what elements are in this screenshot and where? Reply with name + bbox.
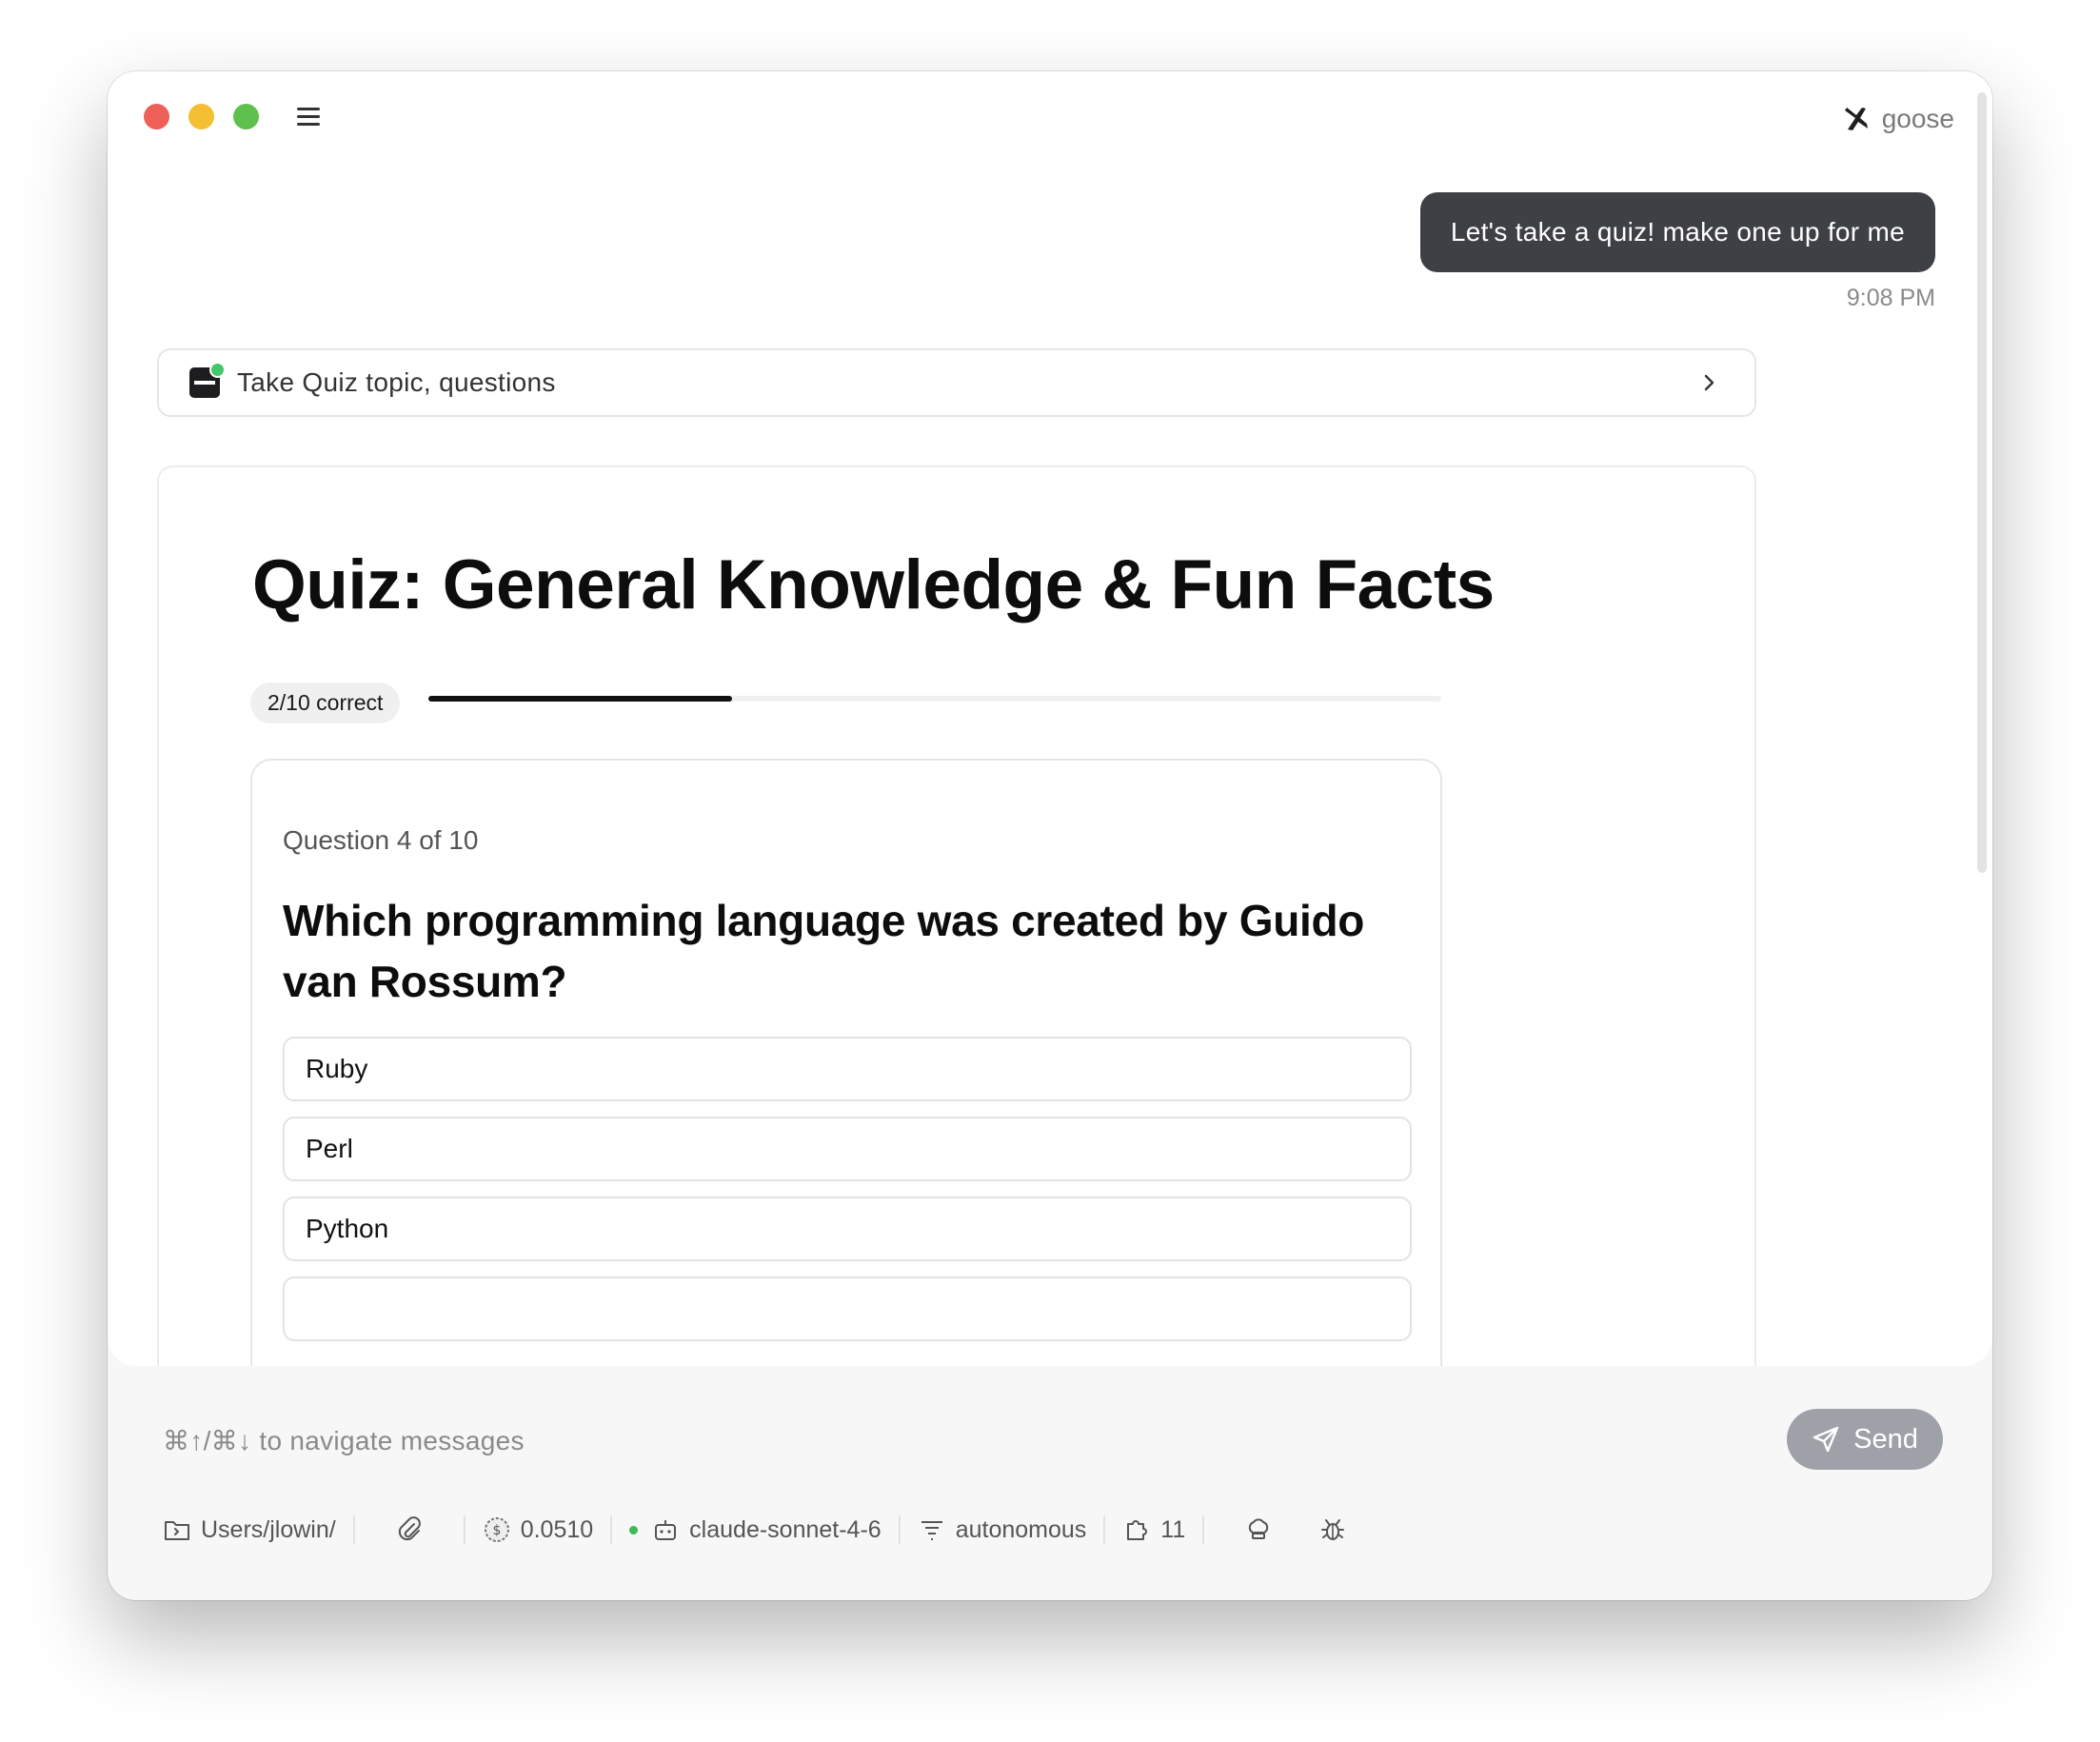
hamburger-menu-icon[interactable] [294, 104, 323, 130]
quiz-title: Quiz: General Knowledge & Fun Facts [252, 546, 1495, 624]
progress-bar-fill [428, 696, 733, 702]
window-controls [144, 104, 259, 129]
composer: ⌘↑/⌘↓ to navigate messages Send Users/jl… [108, 1368, 1992, 1600]
message-timestamp: 9:08 PM [1846, 285, 1935, 311]
user-message-bubble: Let's take a quiz! make one up for me [1419, 192, 1935, 272]
directory-label: Users/jlowin/ [201, 1515, 336, 1543]
tool-call-row[interactable]: Take Quiz topic, questions [157, 348, 1756, 417]
robot-icon [655, 1520, 677, 1540]
tool-icon [189, 362, 226, 398]
question-text: Which programming language was created b… [283, 896, 1365, 1006]
close-window-button[interactable] [144, 104, 169, 129]
message-input[interactable]: ⌘↑/⌘↓ to navigate messages [163, 1425, 525, 1456]
bug-icon [1321, 1519, 1345, 1540]
paperclip-icon [398, 1516, 421, 1541]
app-brand: goose [1842, 104, 1954, 134]
extensions-button[interactable]: 11 [1122, 1515, 1185, 1544]
goose-logo-icon [1844, 108, 1868, 130]
coin-icon: $ [484, 1517, 509, 1542]
question-counter: Question 4 of 10 [283, 825, 479, 855]
chat-area: goose Let's take a quiz! make one up for… [108, 71, 1992, 1366]
chef-hat-icon [1249, 1518, 1269, 1539]
bottom-toolbar: Users/jlowin/ $ 0.0510 claude-sonnet-4-6… [163, 1511, 1347, 1549]
working-directory[interactable]: Users/jlowin/ [163, 1515, 336, 1544]
quiz-card: Quiz: General Knowledge & Fun Facts 2/10… [157, 465, 1756, 1366]
question-card: Question 4 of 10 Which programming langu… [250, 759, 1442, 1366]
svg-text:$: $ [492, 1523, 501, 1538]
status-dot-icon [209, 362, 226, 378]
score-badge: 2/10 correct [250, 683, 401, 723]
filter-icon [921, 1521, 942, 1540]
scrollbar-thumb[interactable] [1977, 92, 1987, 873]
mode-selector[interactable]: autonomous [918, 1515, 1087, 1544]
model-name: claude-sonnet-4-6 [689, 1515, 882, 1543]
recipe-button[interactable] [1244, 1515, 1273, 1544]
send-button[interactable]: Send [1787, 1409, 1943, 1470]
chevron-right-icon[interactable] [1699, 373, 1718, 392]
attach-button[interactable] [395, 1515, 424, 1544]
extensions-count: 11 [1160, 1515, 1186, 1543]
progress-bar [428, 696, 1441, 702]
model-selector[interactable]: claude-sonnet-4-6 [629, 1515, 882, 1544]
answer-option[interactable]: Perl [283, 1117, 1412, 1181]
minimize-window-button[interactable] [188, 104, 214, 129]
send-icon [1813, 1426, 1839, 1453]
tool-call-label: Take Quiz topic, questions [237, 367, 556, 397]
answer-option[interactable]: Ruby [283, 1037, 1412, 1101]
model-status-dot-icon [629, 1525, 639, 1534]
debug-button[interactable] [1318, 1515, 1347, 1544]
answer-option-partial[interactable] [283, 1277, 1412, 1341]
puzzle-icon [1127, 1520, 1148, 1540]
cost-value: 0.0510 [520, 1515, 594, 1543]
app-window: goose Let's take a quiz! make one up for… [108, 71, 1992, 1600]
app-name: goose [1881, 104, 1954, 133]
mode-label: autonomous [955, 1515, 1087, 1543]
send-button-label: Send [1853, 1423, 1918, 1455]
maximize-window-button[interactable] [233, 104, 259, 129]
answer-option[interactable]: Python [283, 1197, 1412, 1261]
answer-options: Ruby Perl Python [283, 1037, 1412, 1356]
session-cost[interactable]: $ 0.0510 [483, 1515, 593, 1544]
folder-icon [165, 1521, 189, 1540]
